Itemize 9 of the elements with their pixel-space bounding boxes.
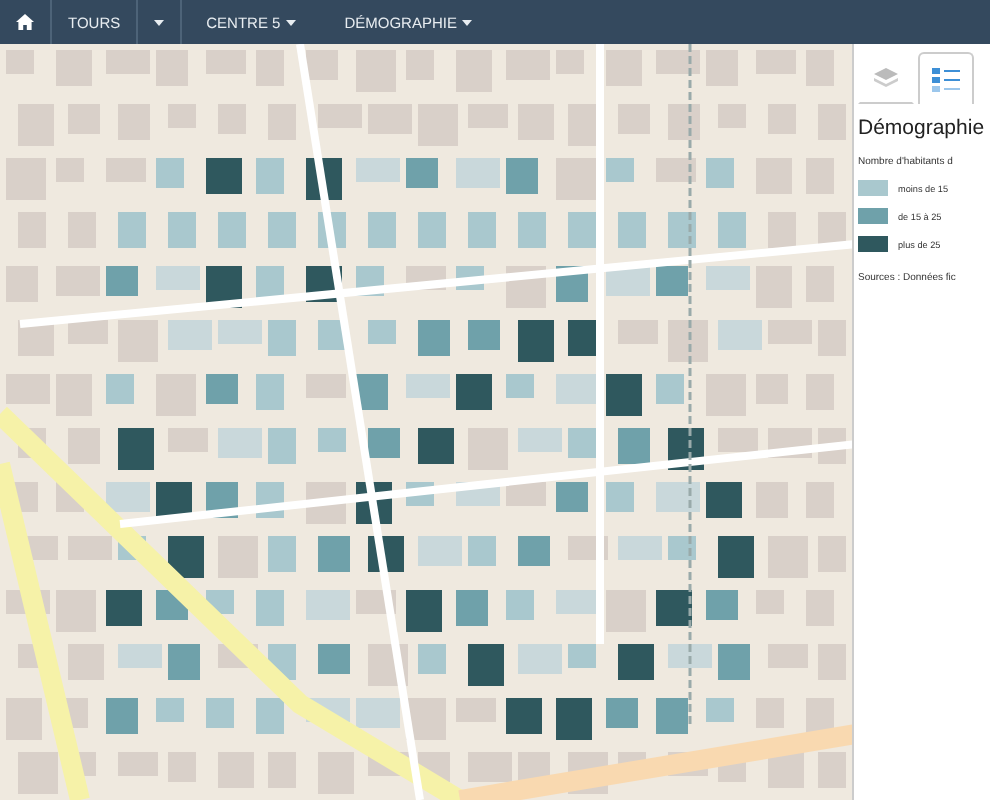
home-icon: [16, 14, 34, 30]
caret-icon: [154, 19, 165, 25]
panel-title: Démographie: [858, 116, 987, 140]
caret-icon: [286, 19, 297, 25]
legend-icon: [932, 67, 960, 91]
legend-tab[interactable]: [918, 52, 974, 104]
map-drawing[interactable]: [0, 44, 852, 800]
caret-icon: [462, 19, 473, 25]
layers-icon: [874, 68, 898, 88]
